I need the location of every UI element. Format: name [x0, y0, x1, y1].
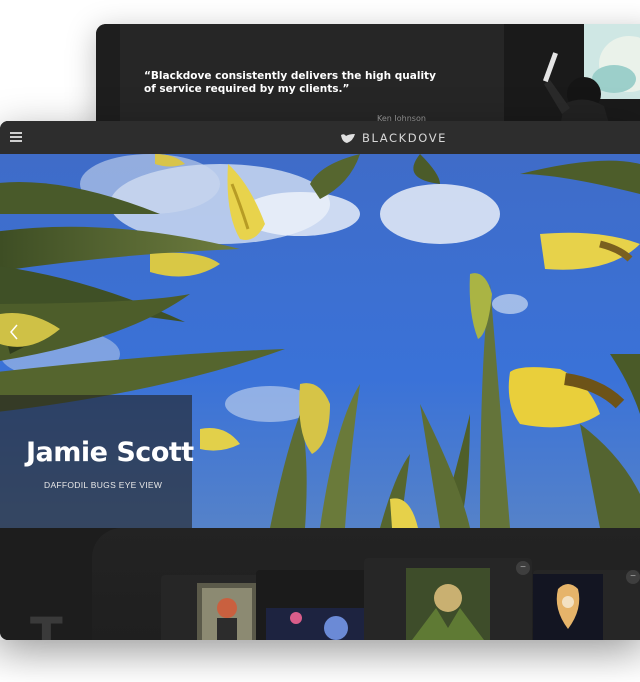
app-window: BLACKDOVE Jamie Scott DAFFODIL BUGS EYE …	[0, 121, 640, 640]
testimonial-quote: “Blackdove consistently delivers the hig…	[144, 70, 436, 95]
artwork-card[interactable]	[161, 575, 271, 640]
dove-logo-icon	[341, 134, 355, 143]
window-shadow	[0, 640, 640, 682]
testimonial-window: “Blackdove consistently delivers the hig…	[96, 24, 640, 134]
artwork-title: DAFFODIL BUGS EYE VIEW	[44, 480, 163, 490]
brand-name: BLACKDOVE	[362, 131, 448, 145]
brand-logo[interactable]: BLACKDOVE	[340, 131, 447, 145]
artwork-card[interactable]: −	[364, 558, 532, 640]
artwork-thumbnail	[266, 608, 366, 640]
artwork-card[interactable]	[256, 570, 376, 640]
testimonial-photo	[504, 24, 640, 134]
artwork-thumbnail	[406, 568, 490, 640]
top-bar: BLACKDOVE	[0, 121, 640, 155]
minus-icon[interactable]: −	[626, 570, 640, 584]
window-edge	[96, 24, 120, 134]
tray-letter: T	[30, 608, 63, 640]
artist-name[interactable]: Jamie Scott	[26, 437, 194, 468]
minus-icon[interactable]: −	[516, 561, 530, 575]
artwork-caption: Jamie Scott DAFFODIL BUGS EYE VIEW	[0, 395, 194, 528]
artwork-card[interactable]: −	[533, 570, 640, 640]
chevron-left-icon[interactable]	[8, 322, 20, 342]
hero-artwork: Jamie Scott DAFFODIL BUGS EYE VIEW	[0, 154, 640, 528]
artwork-thumbnail	[533, 574, 603, 640]
artwork-thumbnail	[197, 583, 257, 640]
hamburger-menu-icon[interactable]	[10, 132, 22, 142]
artwork-tray: T − −	[0, 528, 640, 640]
